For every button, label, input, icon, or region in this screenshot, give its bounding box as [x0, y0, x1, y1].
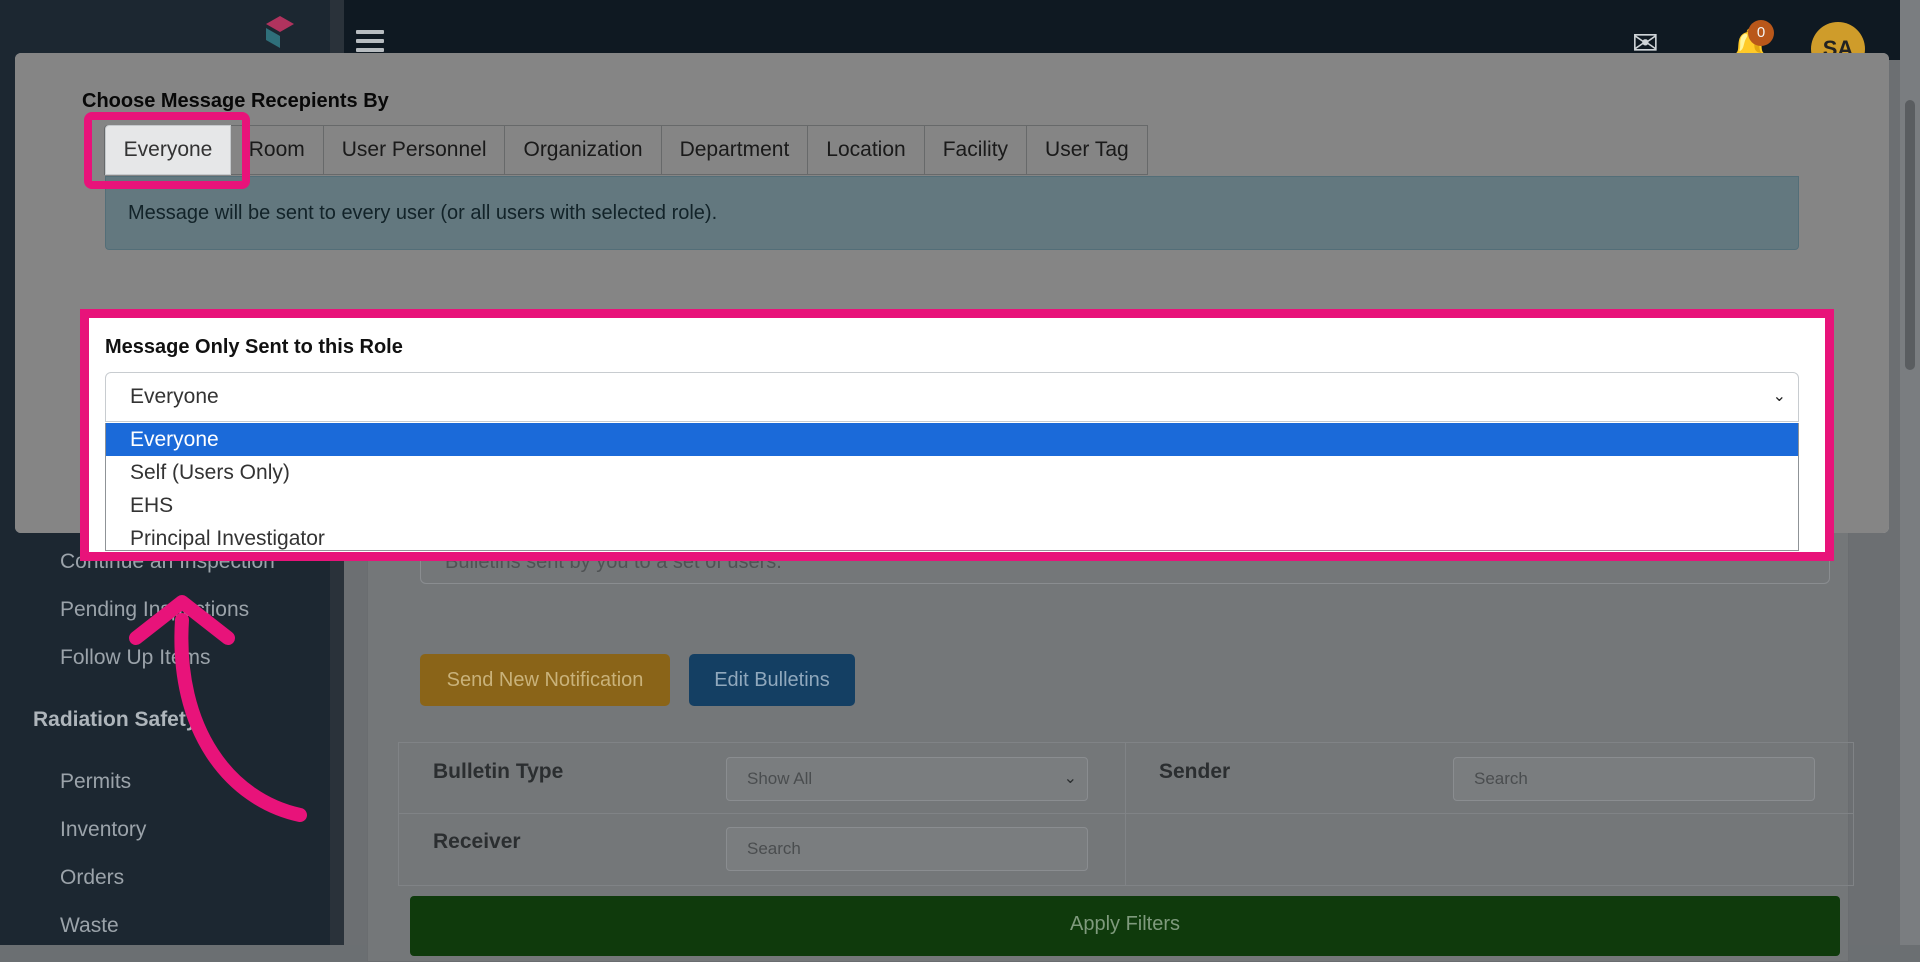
send-new-notification-button[interactable]: Send New Notification	[420, 654, 670, 706]
bulletin-type-value: Show All	[747, 769, 813, 788]
sender-search-input[interactable]: Search	[1453, 757, 1815, 801]
highlight-box-tab	[84, 112, 250, 189]
receiver-label: Receiver	[433, 830, 521, 853]
page-scrollbar-thumb[interactable]	[1905, 100, 1915, 370]
app-logo-icon	[266, 16, 294, 48]
bulletin-type-label: Bulletin Type	[433, 760, 564, 783]
page-scrollbar[interactable]	[1900, 0, 1920, 945]
notification-badge: 0	[1748, 20, 1774, 46]
receiver-search-input[interactable]: Search	[726, 827, 1088, 871]
curved-arrow-icon	[129, 595, 307, 822]
edit-bulletins-button[interactable]: Edit Bulletins	[689, 654, 855, 706]
chevron-down-icon: ⌄	[1063, 770, 1077, 787]
sidebar-item-orders[interactable]: Orders	[60, 866, 124, 890]
sidebar-item-waste[interactable]: Waste	[60, 914, 119, 938]
sender-label: Sender	[1159, 760, 1231, 783]
highlight-box-role	[80, 309, 1834, 561]
apply-filters-button[interactable]: Apply Filters	[410, 896, 1840, 956]
menu-toggle-icon[interactable]	[356, 30, 384, 52]
bulletin-type-select[interactable]: Show All ⌄	[726, 757, 1088, 801]
